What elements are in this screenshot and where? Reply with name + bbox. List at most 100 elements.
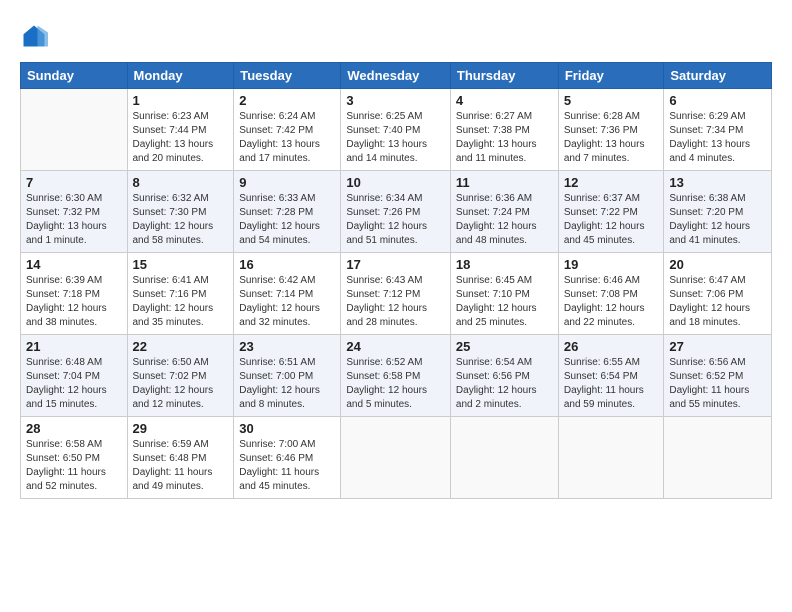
day-number: 15 [133,257,229,272]
day-detail: Sunrise: 6:51 AMSunset: 7:00 PMDaylight:… [239,356,335,412]
calendar-week-row: 14 Sunrise: 6:39 AMSunset: 7:18 PMDayligh… [21,253,772,335]
day-number: 19 [564,257,659,272]
calendar-cell: 25Sunrise: 6:54 AMSunset: 6:56 PMDayligh… [450,335,558,417]
day-number: 27 [669,339,766,354]
calendar-cell [450,417,558,499]
calendar-cell: 20Sunrise: 6:47 AMSunset: 7:06 PMDayligh… [664,253,772,335]
day-detail: Sunrise: 6:48 AMSunset: 7:04 PMDaylight:… [26,356,122,412]
calendar-cell: 30 Sunrise: 7:00 AMSunset: 6:46 PMDayligh… [234,417,341,499]
logo-icon [20,22,48,50]
calendar-cell: 7 Sunrise: 6:30 AMSunset: 7:32 PMDaylight… [21,171,128,253]
calendar-cell: 17Sunrise: 6:43 AMSunset: 7:12 PMDayligh… [341,253,451,335]
day-number: 13 [669,175,766,190]
day-number: 2 [239,93,335,108]
calendar-cell: 6 Sunrise: 6:29 AMSunset: 7:34 PMDaylight… [664,89,772,171]
logo [20,22,52,50]
calendar-week-row: 21 Sunrise: 6:48 AMSunset: 7:04 PMDayligh… [21,335,772,417]
calendar-cell: 28Sunrise: 6:58 AMSunset: 6:50 PMDayligh… [21,417,128,499]
day-detail: Sunrise: 6:47 AMSunset: 7:06 PMDaylight:… [669,274,766,330]
day-detail: Sunrise: 6:46 AMSunset: 7:08 PMDaylight:… [564,274,659,330]
calendar-cell: 3 Sunrise: 6:25 AMSunset: 7:40 PMDaylight… [341,89,451,171]
calendar-cell [664,417,772,499]
day-number: 22 [133,339,229,354]
calendar-cell: 23Sunrise: 6:51 AMSunset: 7:00 PMDayligh… [234,335,341,417]
day-detail: Sunrise: 6:23 AMSunset: 7:44 PMDaylight:… [133,110,229,166]
calendar-cell: 1 Sunrise: 6:23 AMSunset: 7:44 PMDaylight… [127,89,234,171]
day-detail: Sunrise: 6:30 AMSunset: 7:32 PMDaylight:… [26,192,122,248]
day-number: 12 [564,175,659,190]
weekday-header: Sunday [21,63,128,89]
weekday-header: Saturday [664,63,772,89]
weekday-header: Tuesday [234,63,341,89]
day-detail: Sunrise: 6:24 AMSunset: 7:42 PMDaylight:… [239,110,335,166]
weekday-header: Friday [558,63,664,89]
day-detail: Sunrise: 6:37 AMSunset: 7:22 PMDaylight:… [564,192,659,248]
day-detail: Sunrise: 6:25 AMSunset: 7:40 PMDaylight:… [346,110,445,166]
header [20,18,772,50]
day-detail: Sunrise: 6:33 AMSunset: 7:28 PMDaylight:… [239,192,335,248]
calendar-cell: 21 Sunrise: 6:48 AMSunset: 7:04 PMDayligh… [21,335,128,417]
day-number: 3 [346,93,445,108]
calendar-cell: 9 Sunrise: 6:33 AMSunset: 7:28 PMDaylight… [234,171,341,253]
calendar-cell [21,89,128,171]
calendar-cell: 16 Sunrise: 6:42 AMSunset: 7:14 PMDayligh… [234,253,341,335]
day-detail: Sunrise: 6:28 AMSunset: 7:36 PMDaylight:… [564,110,659,166]
day-number: 5 [564,93,659,108]
calendar-cell: 26 Sunrise: 6:55 AMSunset: 6:54 PMDayligh… [558,335,664,417]
day-number: 24 [346,339,445,354]
calendar-cell: 29 Sunrise: 6:59 AMSunset: 6:48 PMDayligh… [127,417,234,499]
day-number: 6 [669,93,766,108]
day-number: 14 [26,257,122,272]
day-number: 8 [133,175,229,190]
day-detail: Sunrise: 6:41 AMSunset: 7:16 PMDaylight:… [133,274,229,330]
day-number: 28 [26,421,122,436]
day-detail: Sunrise: 6:42 AMSunset: 7:14 PMDaylight:… [239,274,335,330]
weekday-header: Monday [127,63,234,89]
calendar-cell: 13 Sunrise: 6:38 AMSunset: 7:20 PMDayligh… [664,171,772,253]
day-number: 1 [133,93,229,108]
calendar: SundayMondayTuesdayWednesdayThursdayFrid… [20,62,772,499]
calendar-cell: 22Sunrise: 6:50 AMSunset: 7:02 PMDayligh… [127,335,234,417]
calendar-cell: 15 Sunrise: 6:41 AMSunset: 7:16 PMDayligh… [127,253,234,335]
day-detail: Sunrise: 6:54 AMSunset: 6:56 PMDaylight:… [456,356,553,412]
day-detail: Sunrise: 6:52 AMSunset: 6:58 PMDaylight:… [346,356,445,412]
weekday-header: Thursday [450,63,558,89]
day-number: 10 [346,175,445,190]
calendar-cell: 24 Sunrise: 6:52 AMSunset: 6:58 PMDayligh… [341,335,451,417]
day-number: 11 [456,175,553,190]
day-detail: Sunrise: 6:55 AMSunset: 6:54 PMDaylight:… [564,356,659,412]
day-detail: Sunrise: 6:29 AMSunset: 7:34 PMDaylight:… [669,110,766,166]
calendar-cell: 11 Sunrise: 6:36 AMSunset: 7:24 PMDayligh… [450,171,558,253]
day-number: 7 [26,175,122,190]
calendar-cell: 10Sunrise: 6:34 AMSunset: 7:26 PMDayligh… [341,171,451,253]
day-detail: Sunrise: 6:32 AMSunset: 7:30 PMDaylight:… [133,192,229,248]
day-detail: Sunrise: 6:39 AMSunset: 7:18 PMDaylight:… [26,274,122,330]
calendar-cell: 12 Sunrise: 6:37 AMSunset: 7:22 PMDayligh… [558,171,664,253]
weekday-header: Wednesday [341,63,451,89]
day-detail: Sunrise: 6:59 AMSunset: 6:48 PMDaylight:… [133,438,229,494]
day-detail: Sunrise: 7:00 AMSunset: 6:46 PMDaylight:… [239,438,335,494]
calendar-cell: 4 Sunrise: 6:27 AMSunset: 7:38 PMDaylight… [450,89,558,171]
day-number: 29 [133,421,229,436]
day-detail: Sunrise: 6:36 AMSunset: 7:24 PMDaylight:… [456,192,553,248]
day-detail: Sunrise: 6:45 AMSunset: 7:10 PMDaylight:… [456,274,553,330]
day-number: 16 [239,257,335,272]
day-number: 30 [239,421,335,436]
day-number: 17 [346,257,445,272]
calendar-cell [341,417,451,499]
day-number: 21 [26,339,122,354]
calendar-week-row: 1 Sunrise: 6:23 AMSunset: 7:44 PMDaylight… [21,89,772,171]
day-number: 26 [564,339,659,354]
calendar-cell: 8 Sunrise: 6:32 AMSunset: 7:30 PMDaylight… [127,171,234,253]
calendar-cell: 2 Sunrise: 6:24 AMSunset: 7:42 PMDaylight… [234,89,341,171]
weekday-header-row: SundayMondayTuesdayWednesdayThursdayFrid… [21,63,772,89]
calendar-cell: 19 Sunrise: 6:46 AMSunset: 7:08 PMDayligh… [558,253,664,335]
day-detail: Sunrise: 6:27 AMSunset: 7:38 PMDaylight:… [456,110,553,166]
day-detail: Sunrise: 6:56 AMSunset: 6:52 PMDaylight:… [669,356,766,412]
calendar-cell: 5 Sunrise: 6:28 AMSunset: 7:36 PMDaylight… [558,89,664,171]
day-detail: Sunrise: 6:38 AMSunset: 7:20 PMDaylight:… [669,192,766,248]
page-container: SundayMondayTuesdayWednesdayThursdayFrid… [0,0,792,509]
day-number: 9 [239,175,335,190]
calendar-week-row: 28Sunrise: 6:58 AMSunset: 6:50 PMDayligh… [21,417,772,499]
day-number: 4 [456,93,553,108]
